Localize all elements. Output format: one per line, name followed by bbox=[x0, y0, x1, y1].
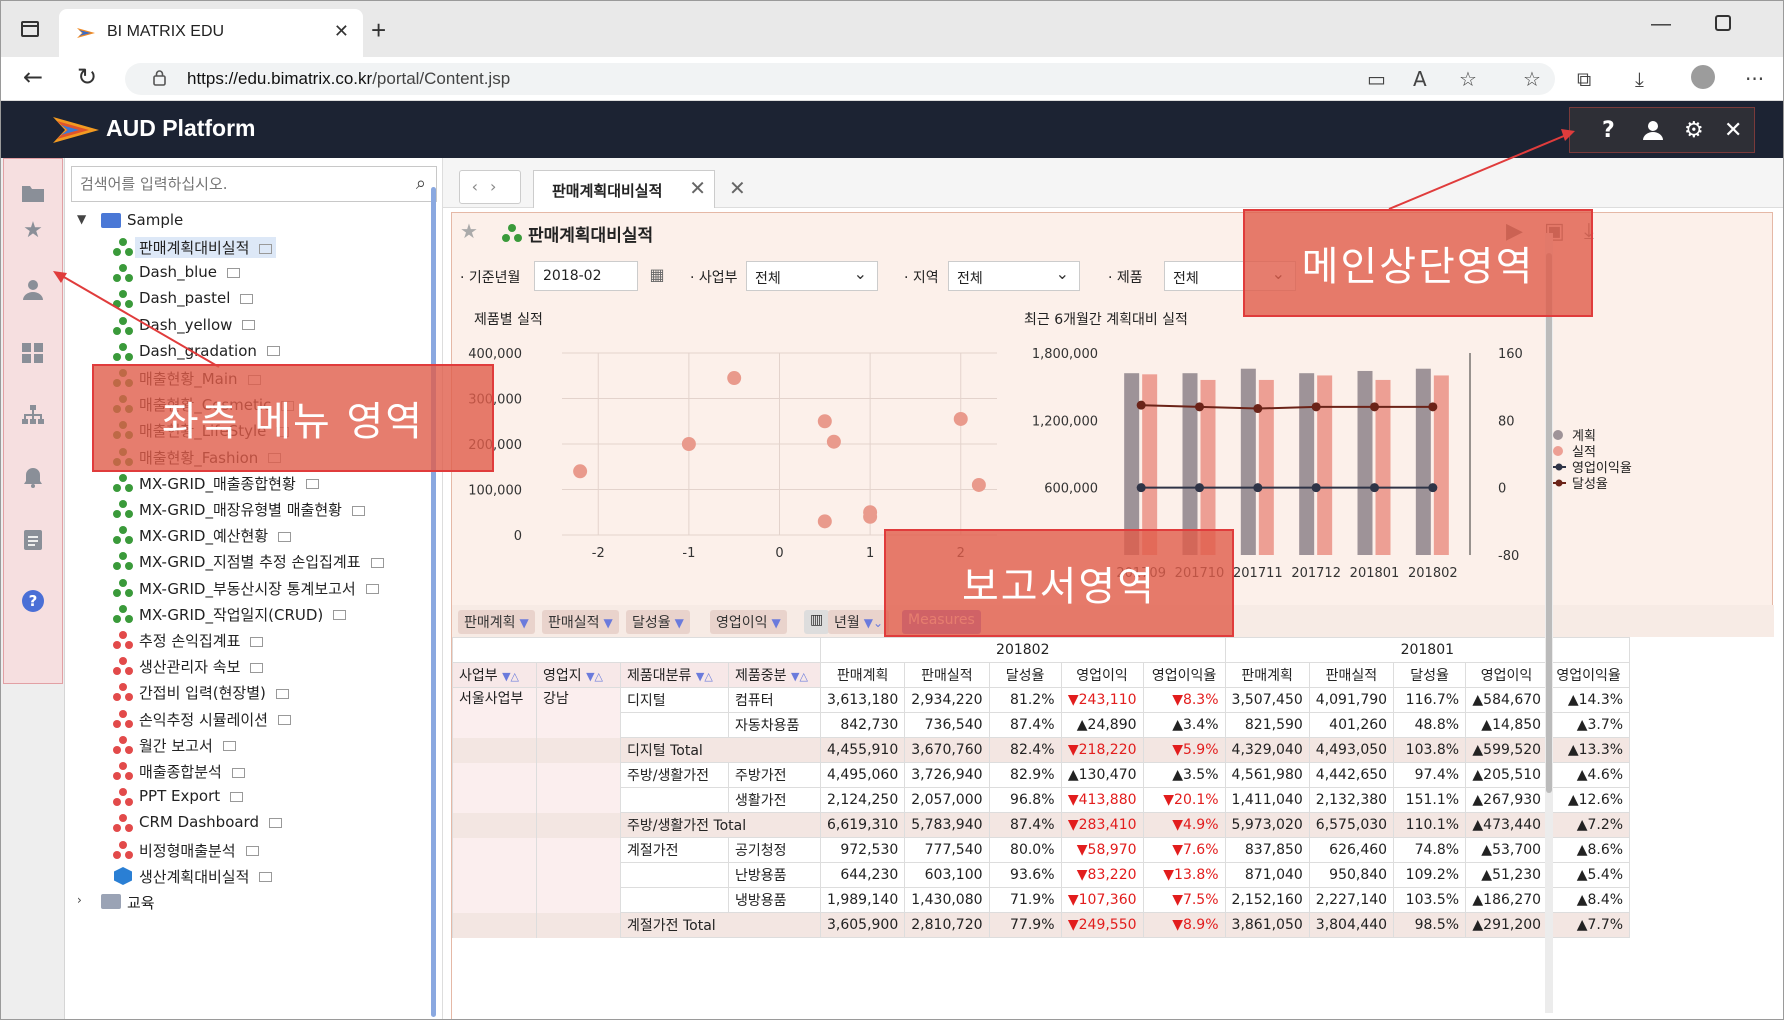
annotation-left-menu: 좌측 메뉴 영역 bbox=[92, 364, 494, 472]
annotation-report: 보고서영역 bbox=[884, 529, 1234, 637]
top-main-arrowhead bbox=[1561, 129, 1575, 141]
browser-window: BI MATRIX EDU ✕ + — ← ↻ https://edu.bima… bbox=[0, 0, 1784, 1020]
annotation-top-main: 메인상단영역 bbox=[1243, 209, 1593, 317]
annotation-arrows bbox=[53, 129, 1575, 368]
top-main-arrow bbox=[1388, 132, 1572, 210]
left-menu-arrow bbox=[56, 272, 220, 368]
